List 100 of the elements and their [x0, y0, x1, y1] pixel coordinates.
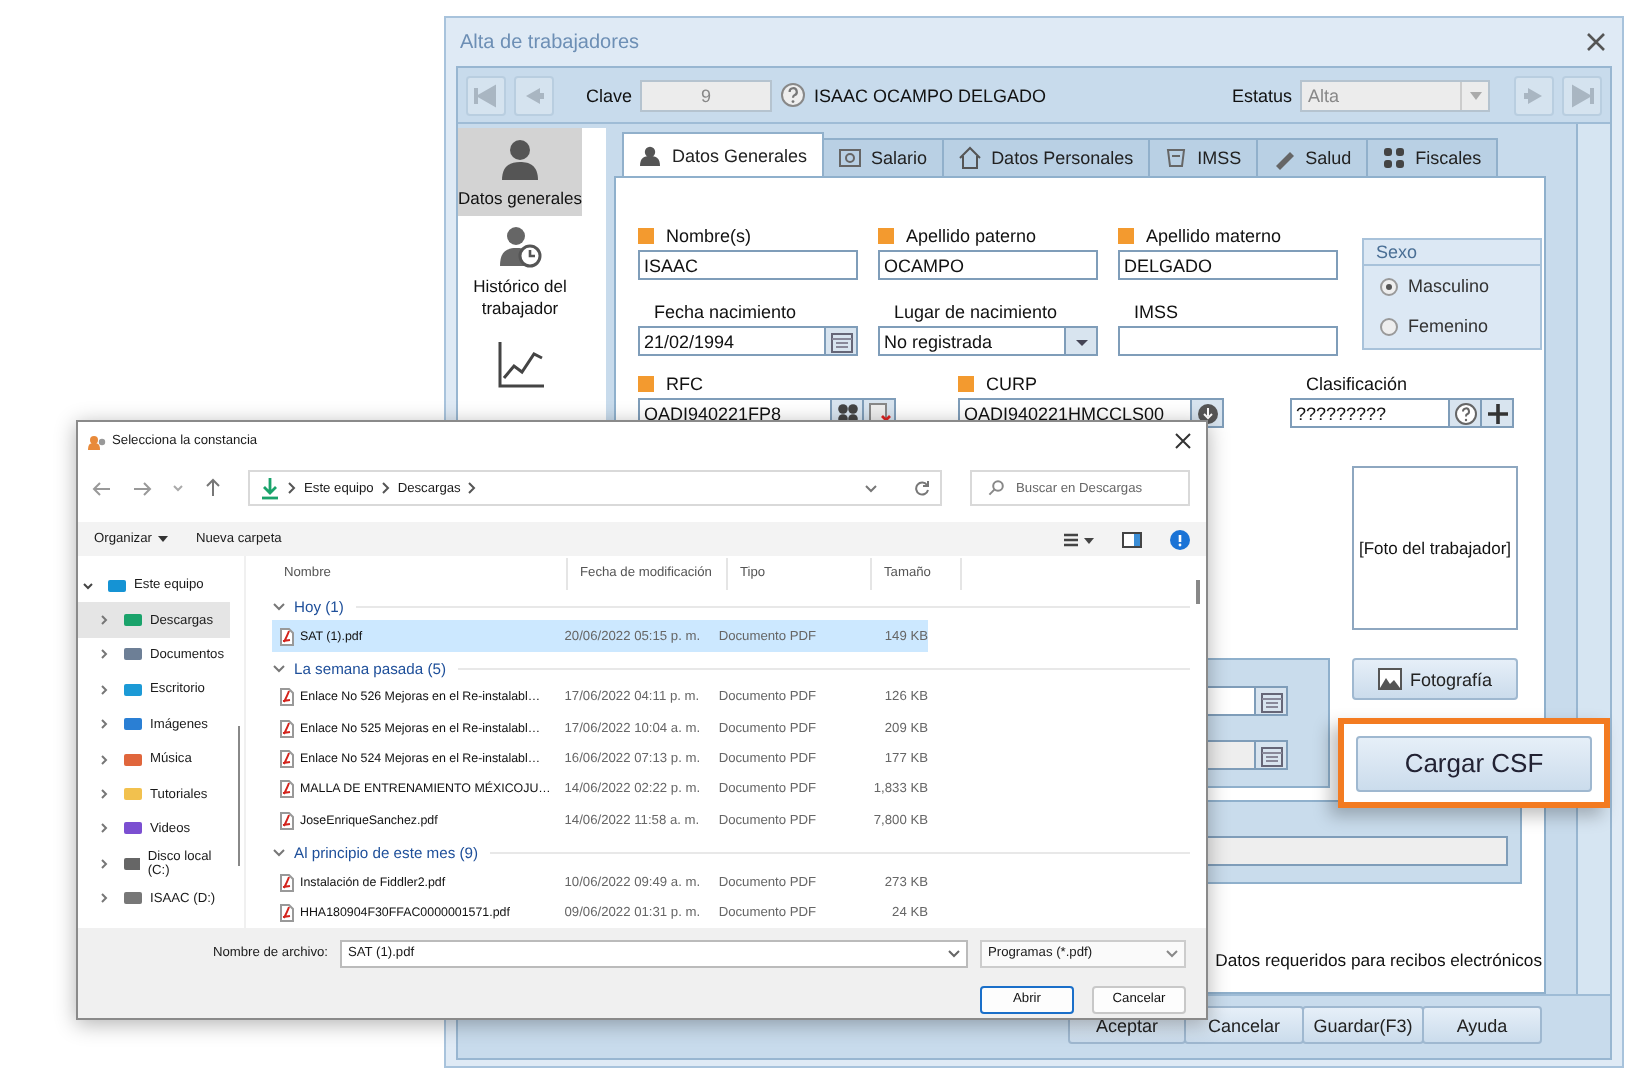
chevron-icon[interactable] [272, 663, 286, 673]
chevron-icon [288, 482, 296, 494]
pdf-file-icon [280, 688, 294, 707]
tab[interactable]: Salario [821, 138, 944, 176]
field-label: Nombre(s) [666, 225, 752, 245]
plus-icon [1485, 401, 1509, 425]
estatus-label: Estatus [1231, 85, 1292, 105]
caret-icon[interactable] [948, 949, 960, 957]
tab[interactable]: Datos Personales [941, 138, 1150, 176]
chevron-icon[interactable] [272, 601, 286, 612]
caret-icon[interactable] [864, 483, 878, 493]
employee-name: ISAAC OCAMPO DELGADO [814, 85, 1047, 105]
side-nav-item[interactable]: Datos generales [458, 128, 582, 216]
calendar-button[interactable] [1256, 740, 1288, 770]
text-field[interactable]: DELGADO [1118, 250, 1338, 280]
tab[interactable]: Fiscales [1365, 138, 1498, 176]
action-button[interactable]: Ayuda [1422, 1006, 1542, 1044]
grid-icon [1381, 146, 1406, 170]
view-menu-icon[interactable] [1064, 531, 1094, 547]
pdf-file-icon [280, 873, 294, 892]
clave-label: Clave [586, 85, 633, 105]
chevron-icon[interactable] [272, 847, 286, 858]
chevron-icon[interactable] [98, 788, 110, 801]
caret-icon [157, 536, 168, 542]
scrollbar-thumb [238, 726, 240, 866]
pdf-file-icon [280, 750, 294, 769]
add-button[interactable] [1482, 398, 1514, 428]
pdf-file-icon [280, 903, 294, 922]
photo-button[interactable]: Fotografía [1352, 658, 1518, 700]
image-icon [1377, 668, 1402, 690]
chevron-icon[interactable] [98, 753, 110, 766]
help-icon[interactable] [1170, 529, 1190, 549]
pdf-file-icon [280, 627, 294, 646]
chevron-icon[interactable] [98, 857, 110, 870]
caret-icon [1166, 949, 1178, 957]
skip-forward-icon [1566, 79, 1598, 111]
person-clock-icon [498, 224, 542, 270]
text-field[interactable] [1118, 326, 1338, 356]
chart-icon [494, 338, 550, 390]
person-icon [638, 143, 662, 167]
group-title: Sexo [1364, 240, 1540, 266]
chevron-icon[interactable] [98, 648, 110, 661]
upload-csf-button[interactable]: Cargar CSF [1356, 735, 1592, 791]
calendar-icon [1259, 743, 1283, 767]
field-label: Lugar de nacimiento [894, 301, 1058, 321]
scrollbar-thumb [1196, 580, 1200, 604]
action-button[interactable]: Guardar(F3) [1302, 1006, 1424, 1044]
house-icon [957, 146, 982, 170]
search-icon [988, 480, 1004, 496]
users-icon [88, 433, 106, 449]
radio-option[interactable]: Masculino [1364, 266, 1540, 306]
field-label: Clasificación [1306, 373, 1408, 393]
chevron-icon[interactable] [98, 718, 110, 731]
dropdown-field[interactable]: No registrada [878, 326, 1066, 356]
pencil-icon [1271, 146, 1296, 170]
calendar-icon [1259, 689, 1283, 713]
help-icon [1453, 401, 1477, 425]
tab[interactable]: IMSS [1147, 138, 1258, 176]
field-label: Fecha nacimiento [654, 301, 797, 321]
action-button[interactable]: Cancelar [1184, 1006, 1304, 1044]
field-label: Apellido materno [1146, 225, 1282, 245]
help-button[interactable] [1450, 398, 1482, 428]
tab[interactable]: Salud [1255, 138, 1368, 176]
field-label: IMSS [1134, 301, 1179, 321]
skip-back-icon [470, 79, 502, 111]
folder-icon [123, 855, 140, 872]
forward-arrow-icon[interactable] [132, 479, 152, 497]
chevron-icon[interactable] [82, 579, 94, 592]
calendar-button[interactable] [826, 326, 858, 356]
field-label: RFC [666, 373, 703, 393]
text-field[interactable]: ????????? [1290, 398, 1450, 428]
up-arrow-icon[interactable] [204, 478, 222, 498]
note-text: Datos requeridos para recibos electrónicos [1215, 950, 1542, 970]
help-icon[interactable] [780, 82, 807, 108]
chevron-icon[interactable] [98, 822, 110, 835]
refresh-icon[interactable] [914, 480, 930, 496]
download-icon [260, 477, 280, 499]
dropdown-button[interactable] [1066, 326, 1098, 356]
close-icon[interactable] [1174, 432, 1192, 450]
chevron-icon [468, 482, 477, 494]
photo-field[interactable]: [Foto del trabajador] [1352, 466, 1518, 630]
tab[interactable]: Datos Generales [622, 132, 824, 176]
side-nav-item[interactable]: Histórico del trabajador [458, 216, 582, 326]
calendar-icon [829, 329, 853, 353]
preview-pane-icon[interactable] [1122, 531, 1142, 547]
chevron-icon[interactable] [98, 683, 110, 696]
money-icon [837, 146, 862, 170]
text-field[interactable]: OCAMPO [878, 250, 1098, 280]
close-icon[interactable] [1586, 32, 1606, 52]
chevron-icon[interactable] [98, 892, 110, 905]
window-title: Alta de trabajadores [460, 31, 640, 53]
back-arrow-icon[interactable] [92, 479, 112, 497]
field-label: CURP [986, 373, 1038, 393]
calendar-button[interactable] [1256, 686, 1288, 716]
radio-option[interactable]: Femenino [1364, 306, 1540, 346]
text-field[interactable]: ISAAC [638, 250, 858, 280]
pdf-file-icon [280, 780, 294, 799]
text-field[interactable]: 21/02/1994 [638, 326, 826, 356]
chevron-icon [381, 482, 390, 494]
caret-icon [1469, 91, 1481, 99]
